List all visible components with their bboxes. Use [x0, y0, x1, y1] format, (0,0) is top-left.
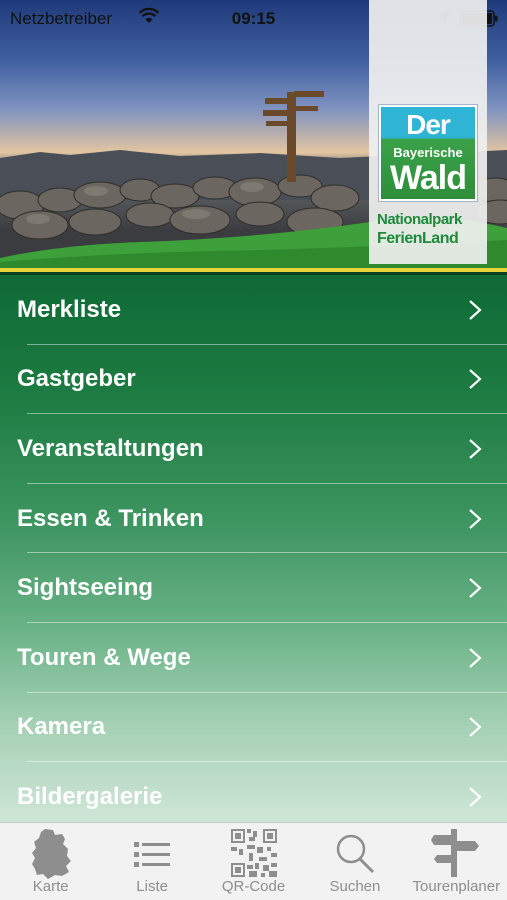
- header-banner: Netzbetreiber 09:15 Der Bayerische Wald …: [0, 0, 507, 272]
- logo-text-ferienland: FerienLand: [377, 230, 459, 247]
- menu-item-touren-wege[interactable]: Touren & Wege: [0, 623, 507, 693]
- menu-item-label: Kamera: [17, 713, 106, 741]
- logo-badge: Der Bayerische Wald: [378, 104, 478, 202]
- chevron-right-icon: [469, 508, 482, 529]
- tab-karte[interactable]: Karte: [0, 823, 101, 900]
- chevron-right-icon: [469, 787, 482, 807]
- chevron-right-icon: [469, 439, 482, 459]
- list-icon: [134, 842, 171, 867]
- menu-item-bildergalerie[interactable]: Bildergalerie: [0, 762, 507, 822]
- chevron-right-icon: [469, 578, 482, 598]
- logo-text-wald: Wald: [390, 159, 467, 197]
- tab-tourenplaner[interactable]: Tourenplaner: [406, 823, 507, 900]
- logo-text-bayerische: Bayerische: [393, 145, 463, 160]
- chevron-right-icon: [469, 717, 482, 738]
- tab-label: Liste: [136, 878, 168, 895]
- chevron-right-icon: [469, 369, 482, 390]
- signpost-icon: [431, 829, 480, 877]
- menu-item-label: Bildergalerie: [17, 782, 163, 810]
- tab-liste[interactable]: Liste: [101, 823, 202, 900]
- menu-item-label: Veranstaltungen: [17, 434, 204, 462]
- tab-suchen[interactable]: Suchen: [304, 823, 405, 900]
- logo-text-nationalpark: Nationalpark: [377, 211, 462, 228]
- qr-code-icon: [230, 829, 277, 877]
- menu-item-label: Merkliste: [17, 295, 122, 323]
- tab-label: Karte: [32, 878, 69, 895]
- menu-item-veranstaltungen[interactable]: Veranstaltungen: [0, 414, 507, 484]
- tab-bar: Karte Liste QR-Code Suchen Tourenplaner: [0, 822, 507, 900]
- menu-item-merkliste[interactable]: Merkliste: [0, 275, 507, 345]
- menu-item-label: Sightseeing: [17, 574, 154, 602]
- menu-item-sightseeing[interactable]: Sightseeing: [0, 553, 507, 623]
- brand-logo: Der Bayerische Wald Nationalpark FerienL…: [369, 0, 487, 264]
- search-icon: [336, 834, 374, 874]
- tab-qr-code[interactable]: QR-Code: [203, 823, 304, 900]
- menu-item-label: Gastgeber: [17, 365, 136, 393]
- main-menu: Merkliste Gastgeber Veranstaltungen Esse…: [0, 275, 507, 822]
- germany-map-icon: [31, 829, 71, 879]
- tab-label: Suchen: [329, 878, 381, 895]
- menu-item-label: Touren & Wege: [17, 643, 191, 671]
- tab-label: Tourenplaner: [412, 878, 501, 895]
- chevron-right-icon: [469, 299, 482, 320]
- logo-text-der: Der: [406, 109, 451, 140]
- menu-item-label: Essen & Trinken: [17, 504, 204, 532]
- menu-item-essen-trinken[interactable]: Essen & Trinken: [0, 484, 507, 554]
- chevron-right-icon: [469, 647, 482, 668]
- tab-label: QR-Code: [221, 878, 286, 895]
- menu-item-gastgeber[interactable]: Gastgeber: [0, 345, 507, 415]
- menu-item-kamera[interactable]: Kamera: [0, 693, 507, 763]
